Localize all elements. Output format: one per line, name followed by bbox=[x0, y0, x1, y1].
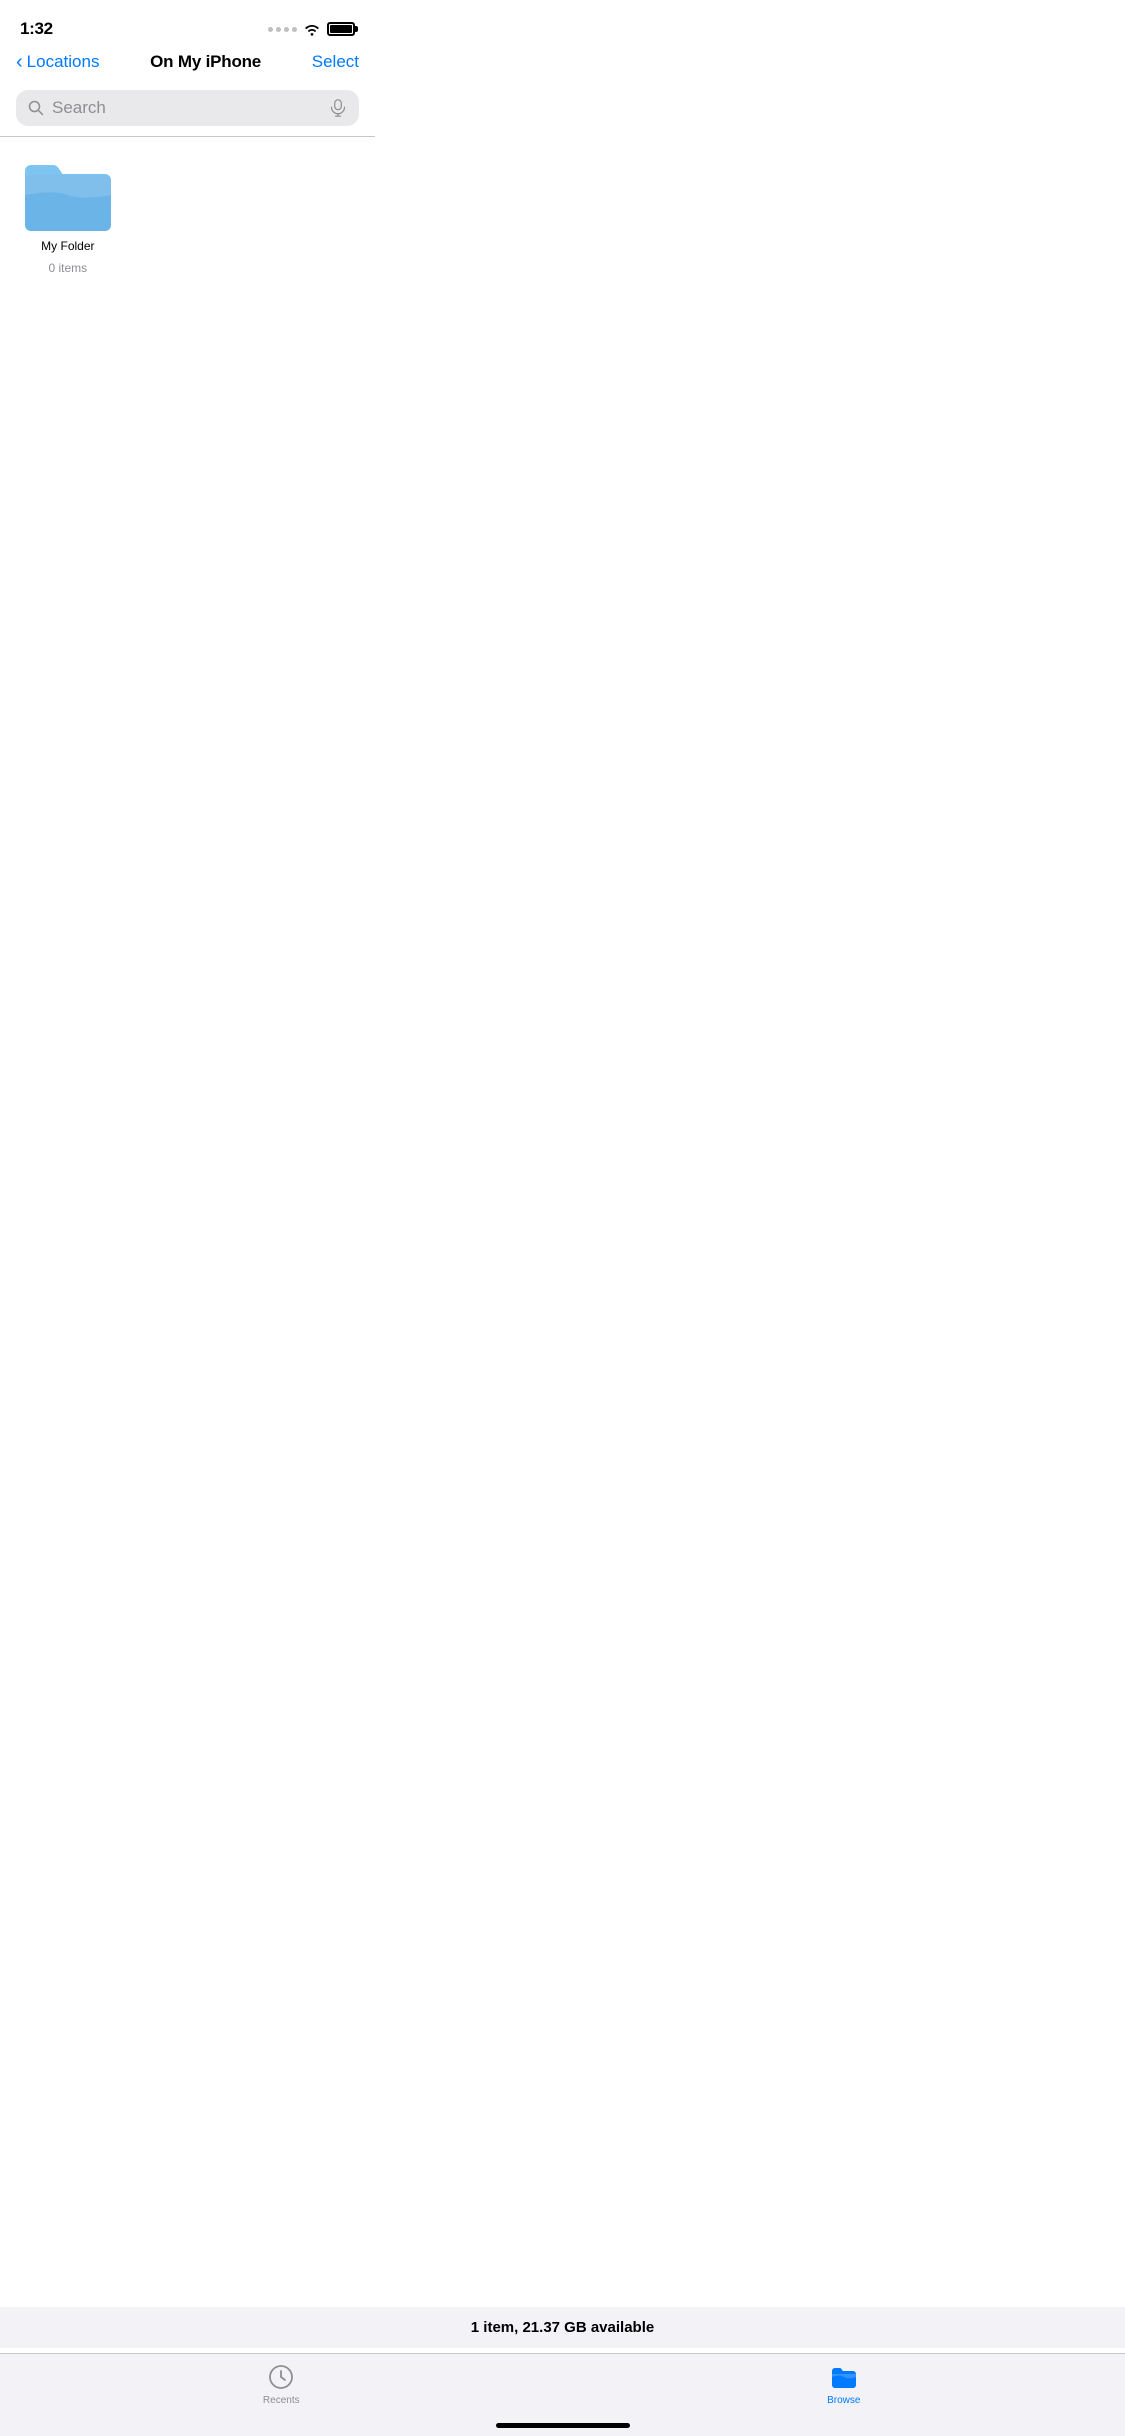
back-label: Locations bbox=[27, 52, 100, 72]
bottom-status-text: 1 item, 21.37 GB available bbox=[0, 2307, 1125, 2348]
browse-icon bbox=[829, 2362, 859, 2392]
recents-tab-label: Recents bbox=[263, 2395, 300, 2406]
folder-item[interactable]: My Folder 0 items bbox=[16, 157, 120, 275]
search-container bbox=[0, 84, 375, 136]
folder-icon bbox=[23, 157, 113, 233]
back-chevron-icon: ‹ bbox=[16, 52, 23, 72]
back-button[interactable]: ‹ Locations bbox=[16, 52, 99, 72]
search-input[interactable] bbox=[52, 98, 321, 118]
home-indicator bbox=[496, 2423, 630, 2428]
recents-icon bbox=[266, 2362, 296, 2392]
main-content: My Folder 0 items bbox=[0, 137, 375, 786]
file-grid: My Folder 0 items bbox=[0, 137, 375, 295]
search-icon bbox=[28, 100, 44, 116]
select-button[interactable]: Select bbox=[312, 52, 359, 72]
tab-recents[interactable]: Recents bbox=[0, 2362, 563, 2406]
signal-icon bbox=[268, 27, 297, 32]
folder-count: 0 items bbox=[48, 261, 87, 275]
page-title: On My iPhone bbox=[150, 52, 261, 72]
search-bar bbox=[16, 90, 359, 126]
browse-tab-label: Browse bbox=[827, 2395, 860, 2406]
status-time: 1:32 bbox=[20, 19, 53, 39]
battery-icon bbox=[327, 22, 355, 36]
folder-name: My Folder bbox=[41, 239, 94, 255]
status-bar: 1:32 bbox=[0, 0, 375, 44]
microphone-icon[interactable] bbox=[329, 99, 347, 117]
tab-browse[interactable]: Browse bbox=[563, 2362, 1125, 2406]
nav-bar: ‹ Locations On My iPhone Select bbox=[0, 44, 375, 84]
status-icons bbox=[268, 22, 355, 36]
wifi-icon bbox=[303, 22, 321, 36]
